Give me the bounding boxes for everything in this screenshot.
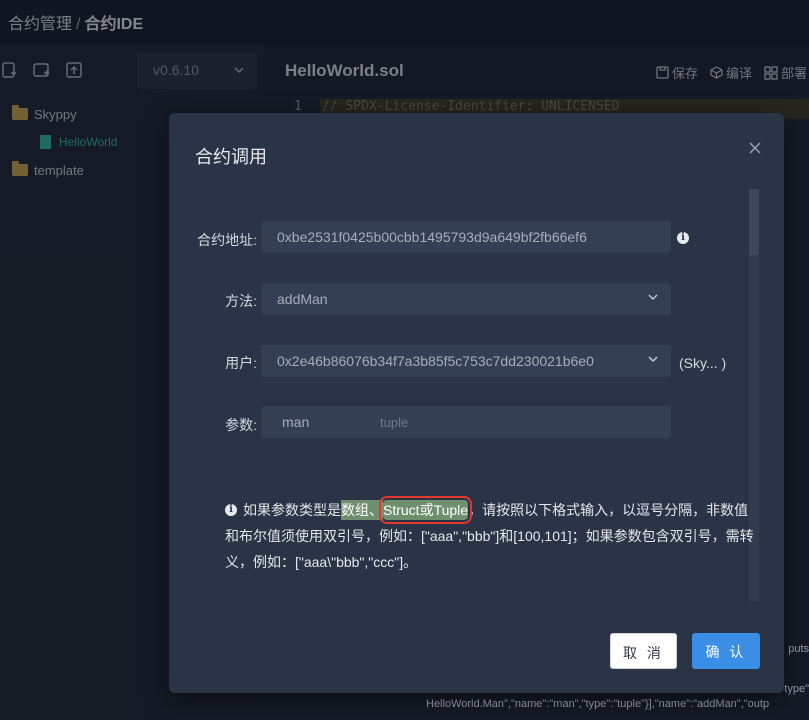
close-icon[interactable] [748,139,762,160]
confirm-button[interactable]: 确 认 [692,633,760,669]
user-value: 0x2e46b86076b34f7a3b85f5c753c7dd230021b6… [277,353,594,369]
cancel-button[interactable]: 取 消 [610,633,677,669]
output-snippet: HelloWorld.Man","name":"man","type":"tup… [426,698,770,710]
contract-call-dialog: 合约调用 合约地址: 0xbe2531f0425b00cbb1495793d9a… [169,113,784,693]
address-label: 合约地址: [197,232,257,248]
hint-highlight-struct: Struct或Tuple [378,496,473,524]
dialog-title: 合约调用 [195,147,267,167]
param-name: man [282,414,310,430]
hint-prefix: 如果参数类型是 [243,502,341,518]
hint-highlight-array: 数组、 [341,500,383,520]
method-value: addMan [277,291,328,307]
chevron-down-icon [647,290,659,306]
contract-address-field[interactable]: 0xbe2531f0425b00cbb1495793d9a649bf2fb66e… [261,221,671,253]
param-type: tuple [380,415,409,430]
method-select[interactable]: addMan [261,283,671,315]
chevron-down-icon [647,352,659,368]
user-label: 用户: [225,355,257,371]
output-snippet: "type" [780,683,809,695]
contract-address-value: 0xbe2531f0425b00cbb1495793d9a649bf2fb66e… [277,229,587,245]
params-label: 参数: [225,417,257,433]
output-snippet: puts [788,643,809,655]
user-name-suffix: (Sky... ) [679,355,727,371]
params-input[interactable]: man tuple [261,406,671,438]
method-label: 方法: [225,293,257,309]
format-hint: 如果参数类型是数组、Struct或Tuple，请按照以下格式输入，以逗号分隔，非… [225,496,755,575]
scrollbar-thumb[interactable] [749,189,759,255]
info-icon[interactable]: i [677,232,689,244]
user-select[interactable]: 0x2e46b86076b34f7a3b85f5c753c7dd230021b6… [261,345,671,377]
